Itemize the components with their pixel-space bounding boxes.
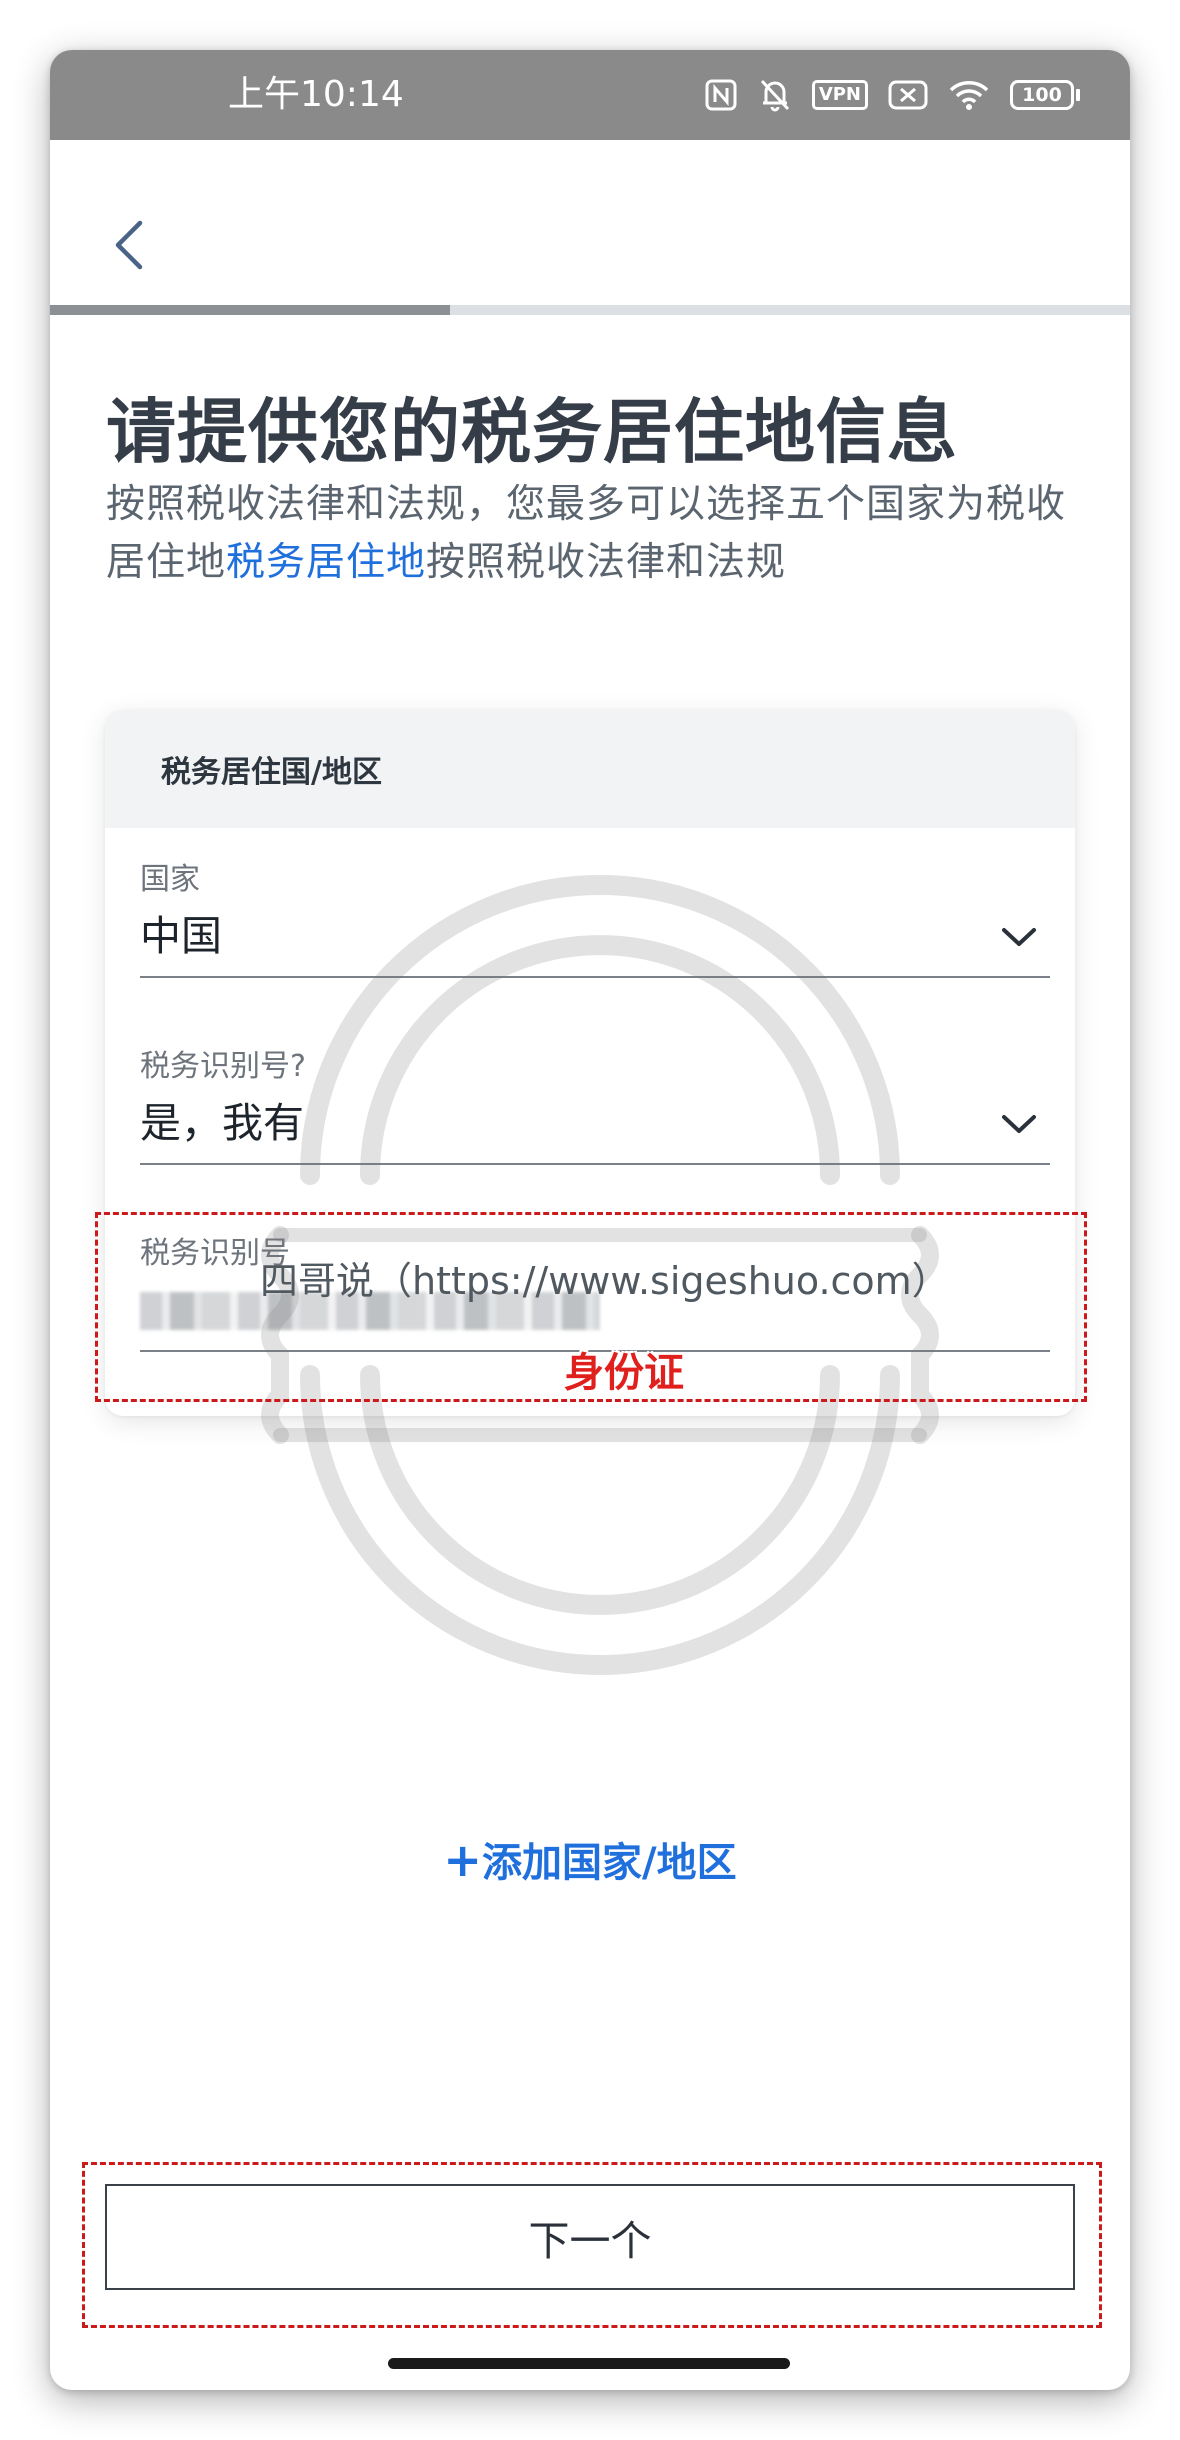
next-button[interactable]: 下一个 <box>105 2184 1075 2290</box>
tin-label: 税务识别号 <box>140 1236 290 1271</box>
progress-bar <box>50 305 1130 315</box>
chevron-left-icon <box>115 220 143 270</box>
plus-icon: + <box>443 1833 482 1887</box>
nav-bar <box>50 140 1130 350</box>
tin-question-label: 税务识别号? <box>140 1049 306 1084</box>
progress-bar-fill <box>50 305 450 315</box>
chevron-down-icon <box>1002 928 1036 946</box>
card-header: 税务居住国/地区 <box>105 710 1075 828</box>
add-country-button[interactable]: +添加国家/地区 <box>50 1830 1130 1888</box>
mute-bell-icon <box>758 77 792 113</box>
status-bar: 上午10:14 VPN 100 <box>50 50 1130 140</box>
subtitle-text-1: 按照税收法律和法规，您最多可以选择五个国家为 <box>106 482 987 527</box>
phone-screen: 上午10:14 VPN 100 请提供您的税务居住地信息 按照税收法律和法规，您… <box>50 50 1130 2390</box>
battery-level: 100 <box>1022 84 1062 106</box>
battery-icon: 100 <box>1010 80 1080 110</box>
status-time: 上午10:14 <box>228 74 404 115</box>
tin-question-value: 是，我有 <box>140 1099 304 1147</box>
status-icons: VPN 100 <box>704 72 1080 118</box>
tin-question-select[interactable]: 是，我有 <box>140 1087 1050 1165</box>
country-field: 国家 中国 <box>140 860 1050 978</box>
page-subtitle: 按照税收法律和法规，您最多可以选择五个国家为税收居住地税务居住地按照税收法律和法… <box>106 476 1106 592</box>
tin-field: 税务识别号 <box>140 1234 1050 1352</box>
back-button[interactable] <box>90 205 170 285</box>
country-select[interactable]: 中国 <box>140 900 1050 978</box>
country-value: 中国 <box>140 912 222 960</box>
wifi-icon <box>948 78 990 112</box>
tax-residency-link[interactable]: 税务居住地 <box>226 540 426 585</box>
subtitle-text-3: 按照税收法律和法规 <box>426 540 787 585</box>
country-label: 国家 <box>140 862 200 897</box>
tax-residency-card: 税务居住国/地区 国家 中国 税务识别号? 是，我有 税务识别号 <box>105 710 1075 1416</box>
page-title: 请提供您的税务居住地信息 <box>106 391 958 473</box>
add-country-label: 添加国家/地区 <box>481 1840 737 1886</box>
home-indicator[interactable] <box>388 2358 790 2369</box>
tin-input[interactable] <box>140 1274 1050 1352</box>
tin-question-field: 税务识别号? 是，我有 <box>140 1047 1050 1165</box>
nfc-icon <box>704 78 738 112</box>
chevron-down-icon <box>1002 1115 1036 1133</box>
no-sim-icon <box>888 79 928 111</box>
vpn-icon: VPN <box>811 80 868 110</box>
vpn-label: VPN <box>818 84 861 105</box>
tin-value-masked <box>140 1292 600 1330</box>
